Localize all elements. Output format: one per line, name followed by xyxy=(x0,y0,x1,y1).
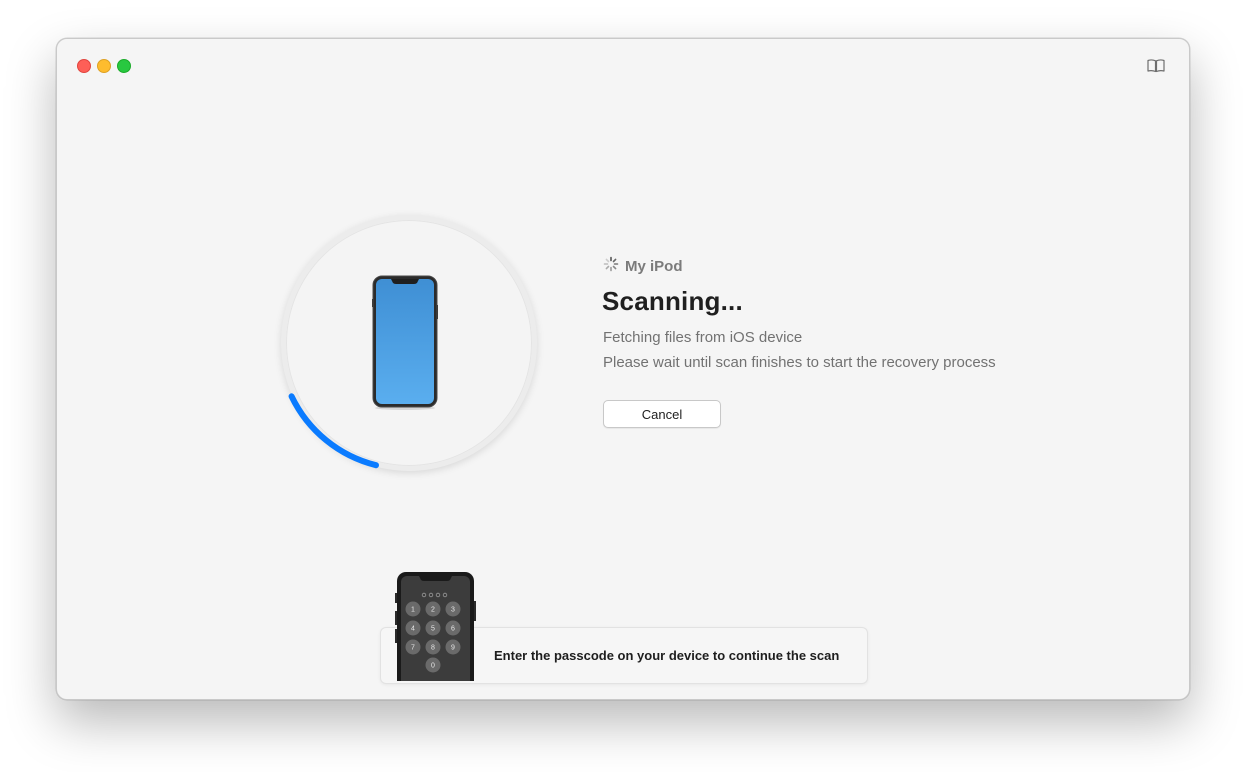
passcode-phone-icon: 1 2 3 4 5 6 7 8 9 0 xyxy=(395,571,477,692)
keypad-key-label: 8 xyxy=(431,645,435,652)
device-row: My iPod xyxy=(603,256,683,277)
close-button[interactable] xyxy=(77,59,91,73)
keypad-key-label: 4 xyxy=(411,626,415,633)
scan-instruction-line: Please wait until scan finishes to start… xyxy=(603,354,996,371)
book-icon[interactable] xyxy=(1145,55,1167,75)
cancel-button[interactable]: Cancel xyxy=(603,400,721,428)
passcode-banner-text: Enter the passcode on your device to con… xyxy=(494,648,840,663)
keypad-key-label: 9 xyxy=(451,645,455,652)
keypad-key-label: 1 xyxy=(411,607,415,614)
spinner-icon xyxy=(603,256,619,277)
keypad-key-label: 3 xyxy=(451,607,455,614)
scan-status-line: Fetching files from iOS device xyxy=(603,329,803,346)
keypad-key-label: 2 xyxy=(431,607,435,614)
iphone-icon xyxy=(372,275,438,411)
scan-title: Scanning... xyxy=(602,286,743,316)
keypad-key-label: 5 xyxy=(431,626,435,633)
zoom-button[interactable] xyxy=(117,59,131,73)
keypad-key-label: 6 xyxy=(451,626,455,633)
device-name: My iPod xyxy=(625,258,683,275)
app-window: My iPod Scanning... Fetching files from … xyxy=(56,38,1190,700)
keypad-key-label: 0 xyxy=(431,663,435,670)
keypad-key-label: 7 xyxy=(411,645,415,652)
minimize-button[interactable] xyxy=(97,59,111,73)
